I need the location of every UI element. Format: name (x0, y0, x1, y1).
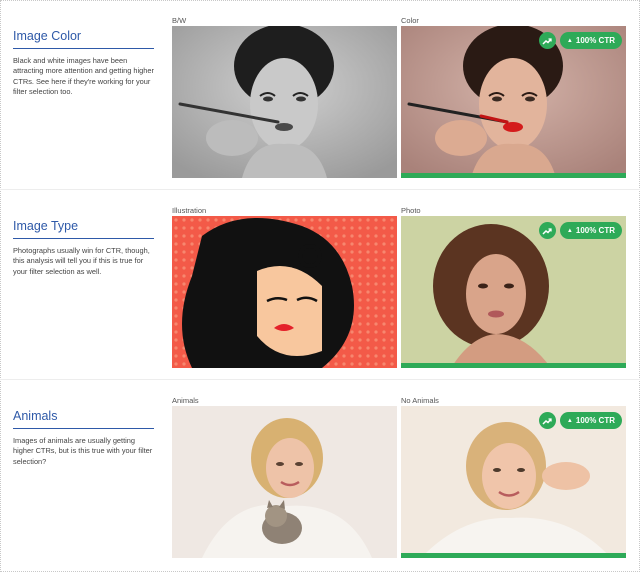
variant-card-color[interactable]: Color ▲ 100% CTR (401, 16, 626, 178)
trending-up-icon[interactable] (538, 32, 556, 49)
ctr-badge: ▲ 100% CTR (559, 222, 622, 239)
variant-image[interactable]: ▲ 100% CTR (401, 406, 626, 558)
ctr-badge: ▲ 100% CTR (559, 412, 622, 429)
section-description: Black and white images have been attract… (13, 56, 154, 97)
section-info: Image Type Photographs usually win for C… (13, 218, 154, 277)
section-image-color: Image Color Black and white images have … (0, 0, 640, 190)
ctr-badge: ▲ 100% CTR (559, 32, 622, 49)
variant-image[interactable] (172, 216, 397, 368)
section-title: Image Color (13, 28, 154, 49)
section-info: Image Color Black and white images have … (13, 28, 154, 98)
variant-card-no-animals[interactable]: No Animals ▲ 100% CTR (401, 396, 626, 558)
section-title: Animals (13, 408, 154, 429)
caret-up-icon: ▲ (566, 37, 573, 44)
section-title: Image Type (13, 218, 154, 239)
variant-image[interactable] (172, 26, 397, 178)
variant-card-photo[interactable]: Photo ▲ 100% CTR (401, 206, 626, 368)
variant-card-bw[interactable]: B/W (172, 16, 397, 178)
ctr-badges: ▲ 100% CTR (538, 32, 622, 49)
section-description: Photographs usually win for CTR, though,… (13, 246, 150, 276)
ctr-badge-text: 100% CTR (575, 226, 615, 235)
bw-portrait-image (172, 26, 397, 178)
caret-up-icon: ▲ (566, 417, 573, 424)
ctr-badge-text: 100% CTR (575, 416, 615, 425)
animals-image (172, 406, 397, 558)
section-animals: Animals Images of animals are usually ge… (0, 380, 640, 570)
winner-bar (401, 363, 626, 368)
winner-bar (401, 553, 626, 558)
variant-label: Illustration (172, 206, 207, 215)
caret-up-icon: ▲ (566, 227, 573, 234)
variant-image[interactable]: ▲ 100% CTR (401, 216, 626, 368)
trending-up-icon[interactable] (538, 412, 556, 429)
variant-image[interactable]: ▲ 100% CTR (401, 26, 626, 178)
variant-label: Color (401, 16, 419, 25)
section-info: Animals Images of animals are usually ge… (13, 408, 154, 467)
section-image-type: Image Type Photographs usually win for C… (0, 190, 640, 380)
variant-label: B/W (172, 16, 187, 25)
variant-image[interactable] (172, 406, 397, 558)
trending-up-icon[interactable] (538, 222, 556, 239)
variant-label: No Animals (401, 396, 439, 405)
variant-label: Photo (401, 206, 421, 215)
ctr-badge-text: 100% CTR (575, 36, 615, 45)
variant-card-animals[interactable]: Animals (172, 396, 397, 558)
ctr-badges: ▲ 100% CTR (538, 412, 622, 429)
variant-card-illustration[interactable]: Illustration (172, 206, 397, 368)
ctr-badges: ▲ 100% CTR (538, 222, 622, 239)
illustration-image (172, 216, 397, 368)
variant-label: Animals (172, 396, 199, 405)
winner-bar (401, 173, 626, 178)
section-description: Images of animals are usually getting hi… (13, 436, 153, 466)
